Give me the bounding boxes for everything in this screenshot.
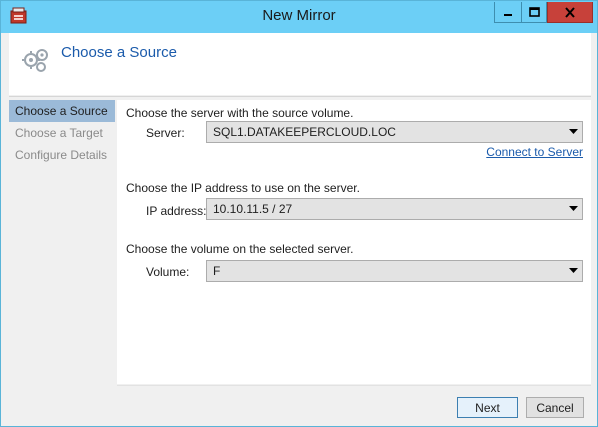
minimize-icon xyxy=(504,14,512,16)
next-button[interactable]: Next xyxy=(457,397,518,418)
button-bar xyxy=(117,385,591,421)
server-select[interactable]: SQL1.DATAKEEPERCLOUD.LOC xyxy=(206,121,583,143)
chevron-down-icon[interactable] xyxy=(564,261,582,281)
title-bar[interactable]: New Mirror xyxy=(1,1,597,33)
step-choose-source[interactable]: Choose a Source xyxy=(9,100,115,122)
header-divider xyxy=(9,96,591,97)
volume-select-value: F xyxy=(213,264,221,278)
volume-select[interactable]: F xyxy=(206,260,583,282)
server-label: Server: xyxy=(146,126,185,140)
maximize-button[interactable] xyxy=(521,2,547,23)
ip-prompt: Choose the IP address to use on the serv… xyxy=(126,181,360,195)
wizard-steps: Choose a Source Choose a Target Configur… xyxy=(9,100,115,166)
ip-address-select[interactable]: 10.10.11.5 / 27 xyxy=(206,198,583,220)
page-title: Choose a Source xyxy=(61,44,177,61)
chevron-down-icon[interactable] xyxy=(564,199,582,219)
close-button[interactable] xyxy=(547,2,593,23)
step-configure-details[interactable]: Configure Details xyxy=(9,144,115,166)
volume-prompt: Choose the volume on the selected server… xyxy=(126,242,354,256)
wizard-content: Choose the server with the source volume… xyxy=(117,100,591,384)
chevron-down-icon[interactable] xyxy=(564,122,582,142)
server-select-value: SQL1.DATAKEEPERCLOUD.LOC xyxy=(213,125,396,139)
minimize-button[interactable] xyxy=(494,2,521,23)
step-choose-target[interactable]: Choose a Target xyxy=(9,122,115,144)
ip-address-select-value: 10.10.11.5 / 27 xyxy=(213,202,293,216)
cancel-button[interactable]: Cancel xyxy=(526,397,584,418)
maximize-icon xyxy=(528,7,540,17)
server-prompt: Choose the server with the source volume… xyxy=(126,106,354,120)
connect-to-server-link[interactable]: Connect to Server xyxy=(486,145,583,159)
close-icon xyxy=(565,6,575,18)
volume-label: Volume: xyxy=(146,265,190,279)
wizard-gears-icon xyxy=(22,49,48,72)
wizard-header: Choose a Source xyxy=(9,33,591,95)
new-mirror-dialog: New Mirror Choose a Source Choose a Sour… xyxy=(0,0,598,427)
ip-label: IP address: xyxy=(146,204,207,218)
